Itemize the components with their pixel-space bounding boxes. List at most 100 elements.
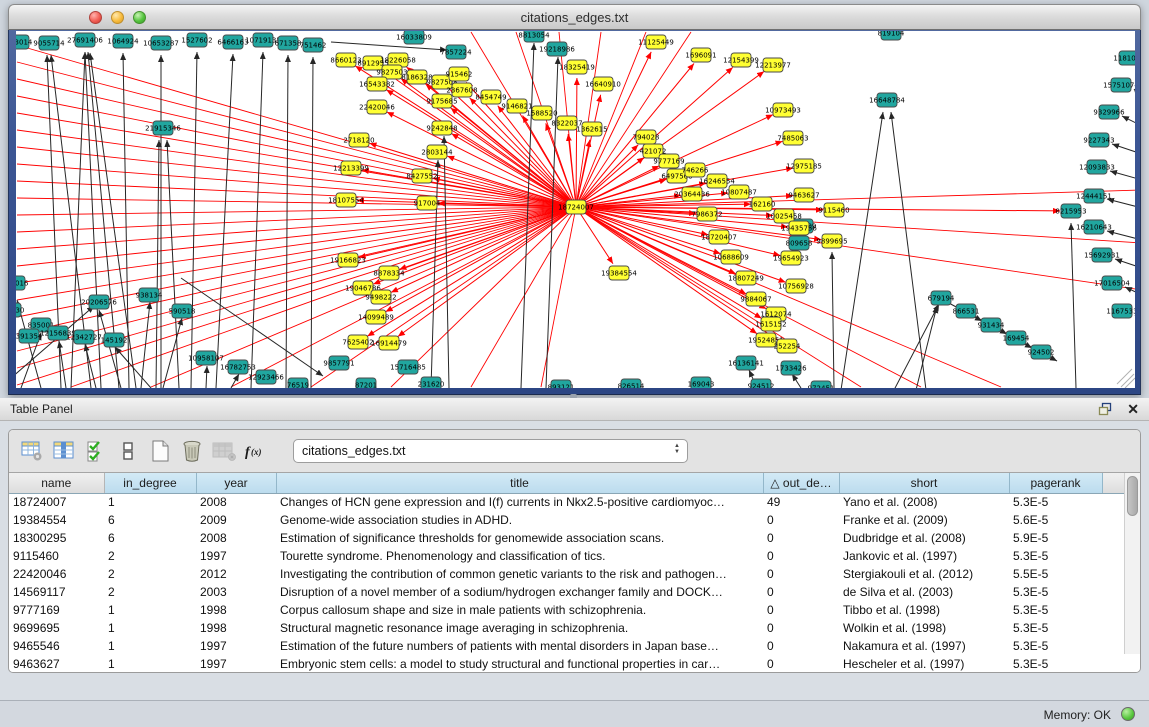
cell: Tourette syndrome. Phenomenology and cla… (276, 547, 763, 565)
graph-node-label: 22420046 (359, 104, 395, 112)
graph-node-label: 8427552 (406, 173, 437, 181)
cell (1102, 565, 1124, 583)
network-view-window: citations_edges.txt 89301490557142769140… (8, 4, 1141, 395)
table-row[interactable]: 1938455462009Genome-wide association stu… (9, 511, 1124, 529)
graph-node-label: 18807249 (728, 275, 764, 283)
dropdown-arrows-icon: ▲▼ (674, 443, 680, 455)
graph-node-label: 10807487 (721, 189, 757, 197)
create-table-icon[interactable] (147, 438, 173, 464)
cell: 5.3E-5 (1009, 655, 1102, 673)
graph-node-label: 819104 (878, 31, 905, 38)
cell (1102, 601, 1124, 619)
graph-node-label: 809658 (786, 240, 813, 248)
column-header-title[interactable]: title (276, 473, 763, 493)
graph-node-label: 893121 (548, 384, 575, 389)
cell: 1998 (196, 601, 276, 619)
graph-node-label: 9115460 (818, 207, 849, 215)
graph-node-label: 1733426 (775, 365, 807, 373)
graph-node-label: 9463627 (788, 192, 819, 200)
delete-table-icon[interactable] (179, 438, 205, 464)
minimize-window-button[interactable] (111, 11, 124, 24)
graph-node-label: 8813054 (518, 32, 550, 40)
graph-node-label: 27691406 (67, 37, 103, 45)
cell: 1997 (196, 655, 276, 673)
cell: 9777169 (9, 601, 104, 619)
window-titlebar[interactable]: citations_edges.txt (8, 4, 1141, 30)
table-row[interactable]: 911546021997Tourette syndrome. Phenomeno… (9, 547, 1124, 565)
select-all-icon[interactable] (83, 438, 109, 464)
graph-node-label: 9227343 (1083, 137, 1114, 145)
graph-node-label: 15751074 (1103, 82, 1135, 90)
cell: 0 (763, 565, 839, 583)
graph-node-label: 145192 (101, 337, 128, 345)
table-scrollbar[interactable] (1124, 473, 1140, 654)
cell: 5.5E-5 (1009, 565, 1102, 583)
graph-node-label: 1064924 (107, 38, 139, 46)
graph-node-label: 17016504 (1094, 280, 1130, 288)
column-header-name[interactable]: name (9, 473, 104, 493)
graph-node-label: 19654923 (773, 255, 809, 263)
graph-node-label: 917004 (414, 200, 441, 208)
table-row[interactable]: 946362711997Embryonic stem cells: a mode… (9, 655, 1124, 673)
table-row[interactable]: 969969511998Structural magnetic resonanc… (9, 619, 1124, 637)
graph-node-label: 9055714 (33, 40, 65, 48)
network-canvas[interactable]: 8930149055714276914061064924106532871527… (16, 31, 1135, 388)
graph-node-label: 12444151 (1076, 193, 1112, 201)
graph-node-label: 7857224 (440, 49, 472, 57)
graph-node-label: 866531 (953, 308, 980, 316)
graph-node-label: 18720407 (701, 234, 737, 242)
cell: Jankovic et al. (1997) (839, 547, 1009, 565)
scrollbar-thumb[interactable] (1127, 476, 1138, 516)
graph-node-label: 8215953 (1055, 208, 1086, 216)
float-panel-icon[interactable] (1098, 402, 1113, 416)
table-panel-header: Table Panel ✕ (0, 398, 1149, 421)
table-row[interactable]: 977716911998Corpus callosum shape and si… (9, 601, 1124, 619)
column-header-short[interactable]: short (839, 473, 1009, 493)
memory-status-label: Memory: OK (1044, 708, 1111, 722)
cell: 2 (104, 583, 196, 601)
cell: 5.3E-5 (1009, 637, 1102, 655)
graph-node-label: 18226058 (380, 57, 416, 65)
cell: 9115460 (9, 547, 104, 565)
zoom-window-button[interactable] (133, 11, 146, 24)
cell: 2 (104, 547, 196, 565)
cell: Embryonic stem cells: a model to study s… (276, 655, 763, 673)
table-row[interactable]: 2242004622012Investigating the contribut… (9, 565, 1124, 583)
graph-node-label: 938134 (136, 292, 163, 300)
cell: 5.3E-5 (1009, 583, 1102, 601)
import-table-disabled-icon[interactable] (211, 438, 237, 464)
svg-text:(x): (x) (251, 447, 262, 457)
row-height-icon[interactable] (115, 438, 141, 464)
table-row[interactable]: 1872400712008Changes of HCN gene express… (9, 493, 1124, 511)
table-row[interactable]: 946554611997Estimation of the future num… (9, 637, 1124, 655)
graph-node-label: 924512 (748, 383, 775, 389)
cell: Structural magnetic resonance image aver… (276, 619, 763, 637)
graph-node-label: 10958107 (188, 355, 224, 363)
cell: 0 (763, 511, 839, 529)
table-row[interactable]: 1830029562008Estimation of significance … (9, 529, 1124, 547)
graph-node-label: 18325419 (559, 64, 595, 72)
column-visibility-icon[interactable] (51, 438, 77, 464)
graph-node-label: 1588520 (526, 110, 557, 118)
graph-node-label: 253016 (16, 280, 29, 288)
graph-node-label: 10025458 (766, 213, 802, 221)
column-header-in_degree[interactable]: in_degree (104, 473, 196, 493)
graph-node-label: 19384554 (601, 270, 637, 278)
table-row[interactable]: 1456911722003Disruption of a novel membe… (9, 583, 1124, 601)
graph-node-label: 12923466 (248, 374, 284, 382)
column-header-pagerank[interactable]: pagerank (1009, 473, 1102, 493)
table-settings-icon[interactable] (19, 438, 45, 464)
table-selector-dropdown[interactable]: citations_edges.txt▲▼ (293, 439, 688, 463)
cell: 18300295 (9, 529, 104, 547)
cell: Dudbridge et al. (2008) (839, 529, 1009, 547)
close-window-button[interactable] (89, 11, 102, 24)
graph-node-label: 9777169 (653, 158, 684, 166)
function-builder-icon[interactable]: f(x) (243, 438, 269, 464)
cell: 6 (104, 529, 196, 547)
cell: Corpus callosum shape and size in male p… (276, 601, 763, 619)
graph-node-label: 169454 (1003, 335, 1030, 343)
graph-node-label: 16210643 (1076, 224, 1112, 232)
column-header-year[interactable]: year (196, 473, 276, 493)
column-header-out_de[interactable]: △ out_de… (763, 473, 839, 493)
graph-node-label: 11125449 (638, 39, 674, 47)
